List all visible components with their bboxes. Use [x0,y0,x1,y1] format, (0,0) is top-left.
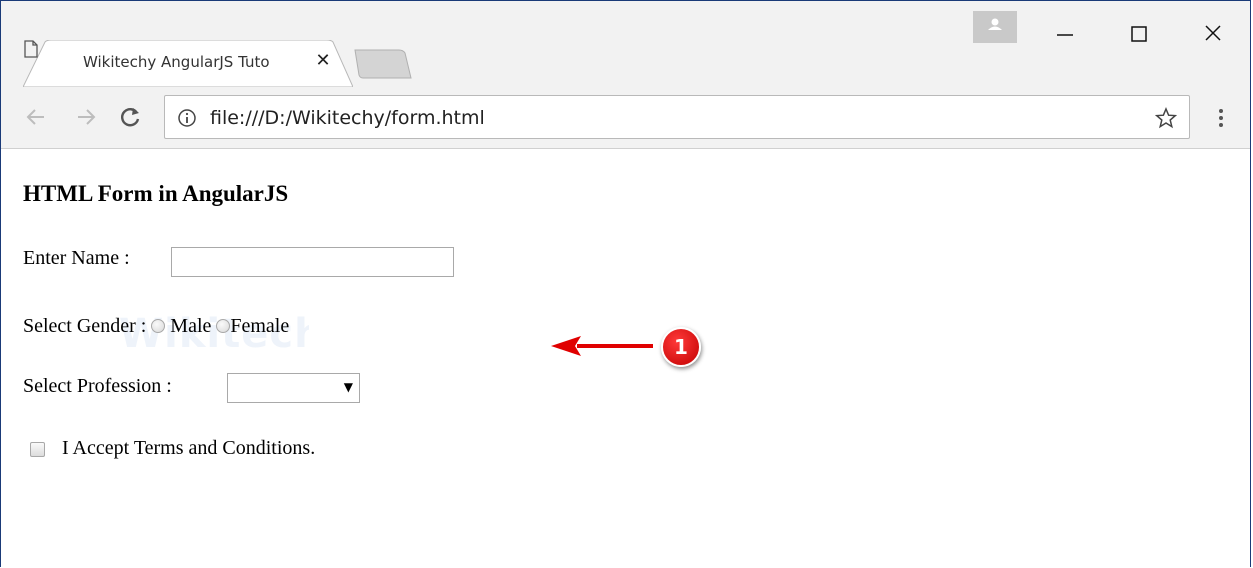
name-input[interactable] [171,247,454,277]
page-content: Wikitechy HTML Form in AngularJS Enter N… [1,149,1250,568]
menu-icon[interactable] [1211,106,1231,130]
maximize-icon[interactable] [1119,15,1159,45]
gender-row: Select Gender : Male Female [23,315,289,338]
close-icon[interactable]: ✕ [313,50,333,70]
dropdown-arrow-icon: ▼ [343,380,353,394]
annotation-badge: 1 [661,327,701,367]
document-icon [24,40,38,58]
minimize-icon[interactable] [1045,15,1085,45]
reload-icon[interactable] [117,104,143,130]
terms-checkbox[interactable] [30,442,45,457]
tab-title: Wikitechy AngularJS Tuto [83,53,270,71]
profile-icon[interactable] [973,11,1017,43]
name-row: Enter Name : [23,247,130,270]
window-close-icon[interactable] [1193,15,1233,45]
profession-row: Select Profession : [23,375,172,398]
back-icon[interactable] [23,104,49,130]
info-icon[interactable] [177,108,197,128]
radio-female-label: Female [230,315,290,337]
title-bar: Wikitechy AngularJS Tuto ✕ [1,1,1250,87]
star-icon[interactable] [1155,107,1177,129]
page-title: HTML Form in AngularJS [23,181,289,206]
gender-label: Select Gender : [23,315,147,337]
forward-icon[interactable] [73,104,99,130]
terms-row: I Accept Terms and Conditions. [62,437,315,460]
radio-male[interactable] [151,319,166,333]
radio-male-label: Male [170,315,212,337]
radio-female[interactable] [216,319,231,333]
annotation-arrow-icon [551,336,653,356]
address-bar[interactable]: file:///D:/Wikitechy/form.html [164,95,1190,139]
new-tab-icon[interactable] [353,48,413,80]
terms-label: I Accept Terms and Conditions. [62,437,316,459]
name-label: Enter Name : [23,247,130,269]
browser-tab[interactable]: Wikitechy AngularJS Tuto ✕ [23,40,353,87]
browser-window: Wikitechy AngularJS Tuto ✕ file:///D:/Wi… [0,0,1251,567]
profession-select[interactable]: ▼ [227,373,360,403]
profession-label: Select Profession : [23,375,172,397]
url-text[interactable]: file:///D:/Wikitechy/form.html [210,107,485,129]
